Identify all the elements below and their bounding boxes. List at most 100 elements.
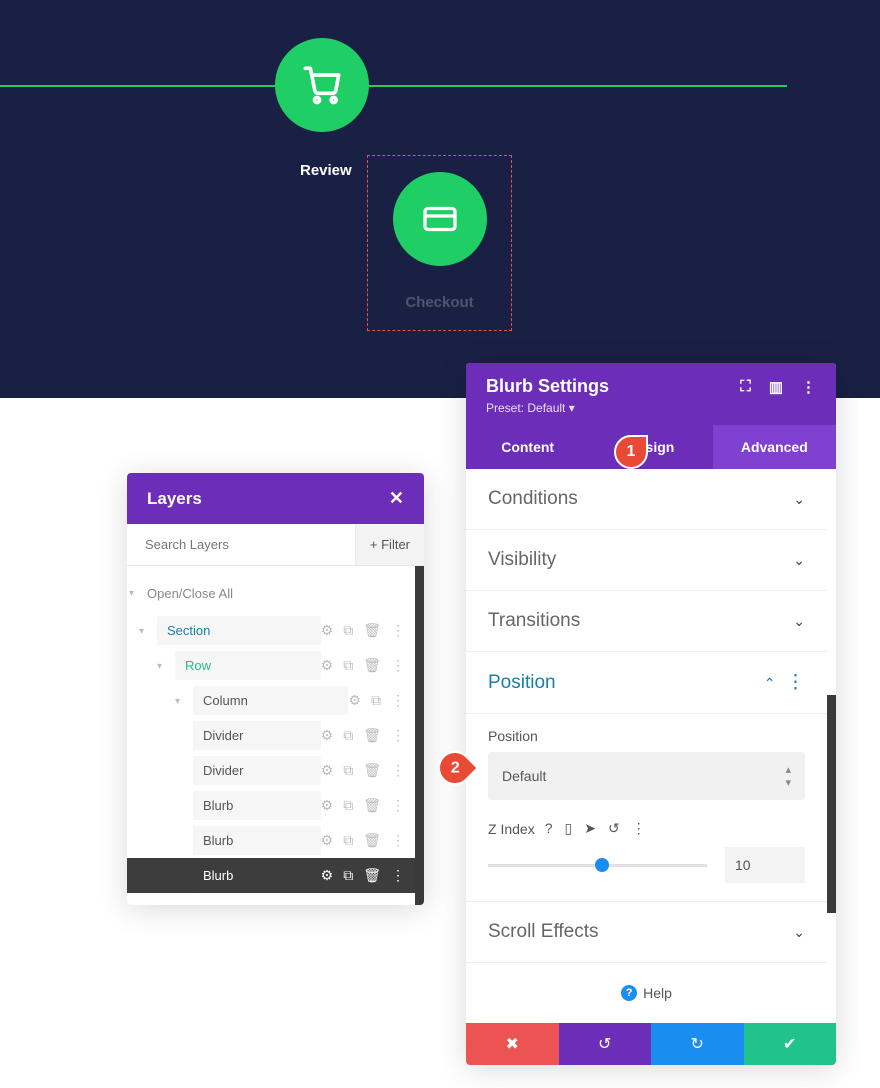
tree-item[interactable]: Divider ⚙⧉🗑⋮ [127,753,415,788]
trash-icon[interactable]: 🗑 [363,797,381,814]
chevron-down-icon: ⌄ [793,924,805,941]
clone-icon[interactable]: ⧉ [371,692,381,709]
tree-actions[interactable]: ⚙ ⧉ 🗑 ⋮ [321,762,415,779]
gear-icon[interactable]: ⚙ [321,832,334,849]
chevron-down-icon: ⌄ [793,552,805,569]
tree-item[interactable]: Blurb ⚙ ⧉ 🗑 ⋮ [127,823,415,858]
gear-icon[interactable]: ⚙ [321,797,334,814]
accordion-conditions[interactable]: Conditions ⌄ [466,469,827,530]
gear-icon[interactable]: ⚙ [321,622,334,639]
tree-item[interactable]: Blurb ⚙⧉🗑⋮ [127,788,415,823]
item-label: Blurb [193,826,321,855]
accordion-position[interactable]: Position ⌃ ⋮ [466,652,827,714]
tree-actions[interactable]: ⚙ ⧉ 🗑 ⋮ [321,832,415,849]
tree-actions[interactable]: ⚙ ⧉ 🗑 ⋮ [321,727,415,744]
phone-icon[interactable]: ▯ [565,820,573,837]
tab-content[interactable]: Content [466,425,589,469]
columns-icon[interactable]: ▥ [769,378,783,396]
zindex-slider[interactable] [488,864,707,867]
search-input[interactable] [127,524,355,565]
clone-icon[interactable]: ⧉ [343,727,353,744]
help-label: Help [643,985,672,1001]
clone-icon[interactable]: ⧉ [343,657,353,674]
settings-tabs: Content Design Advanced [466,425,836,469]
tree-actions[interactable]: ⚙ ⧉ ⋮ [348,692,415,709]
trash-icon[interactable]: 🗑 [363,832,381,849]
clone-icon[interactable]: ⧉ [343,797,353,814]
accordion-label: Transitions [488,610,580,632]
zindex-input[interactable] [725,847,805,883]
annotation-2: 2 [438,751,472,785]
more-icon[interactable]: ⋮ [391,832,405,849]
more-icon[interactable]: ⋮ [391,657,405,674]
position-label: Position [488,728,805,744]
more-icon[interactable]: ⋮ [632,820,646,837]
open-close-all[interactable]: ▾ Open/Close All [127,578,415,613]
tree-actions[interactable]: ⚙ ⧉ 🗑 ⋮ [321,622,415,639]
clone-icon[interactable]: ⧉ [343,762,353,779]
help-icon[interactable]: ? [545,820,553,837]
more-icon[interactable]: ⋮ [391,762,405,779]
checkout-step-circle [393,172,487,266]
redo-button[interactable]: ↻ [651,1023,744,1065]
column-label: Column [193,686,348,715]
layers-title: Layers [147,489,202,509]
help-link[interactable]: ? Help [466,963,827,1023]
more-icon[interactable]: ⋮ [786,672,805,693]
trash-icon[interactable]: 🗑 [363,622,381,639]
more-icon[interactable]: ⋮ [801,378,816,396]
trash-icon[interactable]: 🗑 [363,867,381,884]
chevron-down-icon: ⌄ [793,613,805,630]
accordion-scroll[interactable]: Scroll Effects ⌄ [466,901,827,963]
gear-icon[interactable]: ⚙ [321,727,334,744]
scrollbar[interactable] [827,695,836,913]
chevron-down-icon: ▾ [157,661,167,671]
expand-icon[interactable]: ⛶ [740,378,751,396]
close-icon[interactable]: ✕ [389,488,404,509]
save-button[interactable]: ✔ [744,1023,837,1065]
chevron-down-icon: ▾ [175,696,185,706]
gear-icon[interactable]: ⚙ [321,867,334,884]
tree-actions[interactable]: ⚙ ⧉ 🗑 ⋮ [321,797,415,814]
preset-label[interactable]: Preset: Default ▾ [486,401,816,415]
slider-thumb[interactable] [595,858,609,872]
tree-section[interactable]: ▾ Section ⚙ ⧉ 🗑 ⋮ [127,613,415,648]
cart-step-circle [275,38,369,132]
tree-column[interactable]: ▾ Column ⚙ ⧉ ⋮ [127,683,415,718]
tab-design[interactable]: Design [589,425,712,469]
filter-button[interactable]: + Filter [355,524,424,565]
more-icon[interactable]: ⋮ [391,867,405,884]
tree-item[interactable]: Divider ⚙⧉🗑⋮ [127,718,415,753]
position-select[interactable]: Default ▴▾ [488,752,805,800]
tree-row[interactable]: ▾ Row ⚙⧉🗑⋮ [127,648,415,683]
clone-icon[interactable]: ⧉ [343,622,353,639]
tab-advanced[interactable]: Advanced [713,425,836,469]
tree-actions[interactable]: ⚙ ⧉ 🗑 ⋮ [321,867,415,884]
clone-icon[interactable]: ⧉ [343,867,353,884]
scrollbar[interactable] [415,566,424,905]
trash-icon[interactable]: 🗑 [363,727,381,744]
more-icon[interactable]: ⋮ [391,797,405,814]
reset-icon[interactable]: ↺ [608,820,620,837]
accordion-visibility[interactable]: Visibility ⌄ [466,530,827,591]
checkout-module-box[interactable]: Checkout [367,155,512,331]
tree-actions[interactable]: ⚙ ⧉ 🗑 ⋮ [321,657,415,674]
trash-icon[interactable]: 🗑 [363,657,381,674]
cursor-icon[interactable]: ➤ [584,820,596,837]
settings-footer: ✖ ↺ ↻ ✔ [466,1023,836,1065]
trash-icon[interactable]: 🗑 [363,762,381,779]
undo-button[interactable]: ↺ [559,1023,652,1065]
tree-item-active[interactable]: Blurb ⚙⧉🗑⋮ [127,858,415,893]
more-icon[interactable]: ⋮ [391,727,405,744]
section-label: Section [157,616,321,645]
more-icon[interactable]: ⋮ [391,692,405,709]
accordion-transitions[interactable]: Transitions ⌄ [466,591,827,652]
layers-header: Layers ✕ [127,473,424,524]
more-icon[interactable]: ⋮ [391,622,405,639]
gear-icon[interactable]: ⚙ [348,692,361,709]
clone-icon[interactable]: ⧉ [343,832,353,849]
gear-icon[interactable]: ⚙ [321,762,334,779]
chevron-down-icon: ▾ [139,626,149,636]
cancel-button[interactable]: ✖ [466,1023,559,1065]
gear-icon[interactable]: ⚙ [321,657,334,674]
